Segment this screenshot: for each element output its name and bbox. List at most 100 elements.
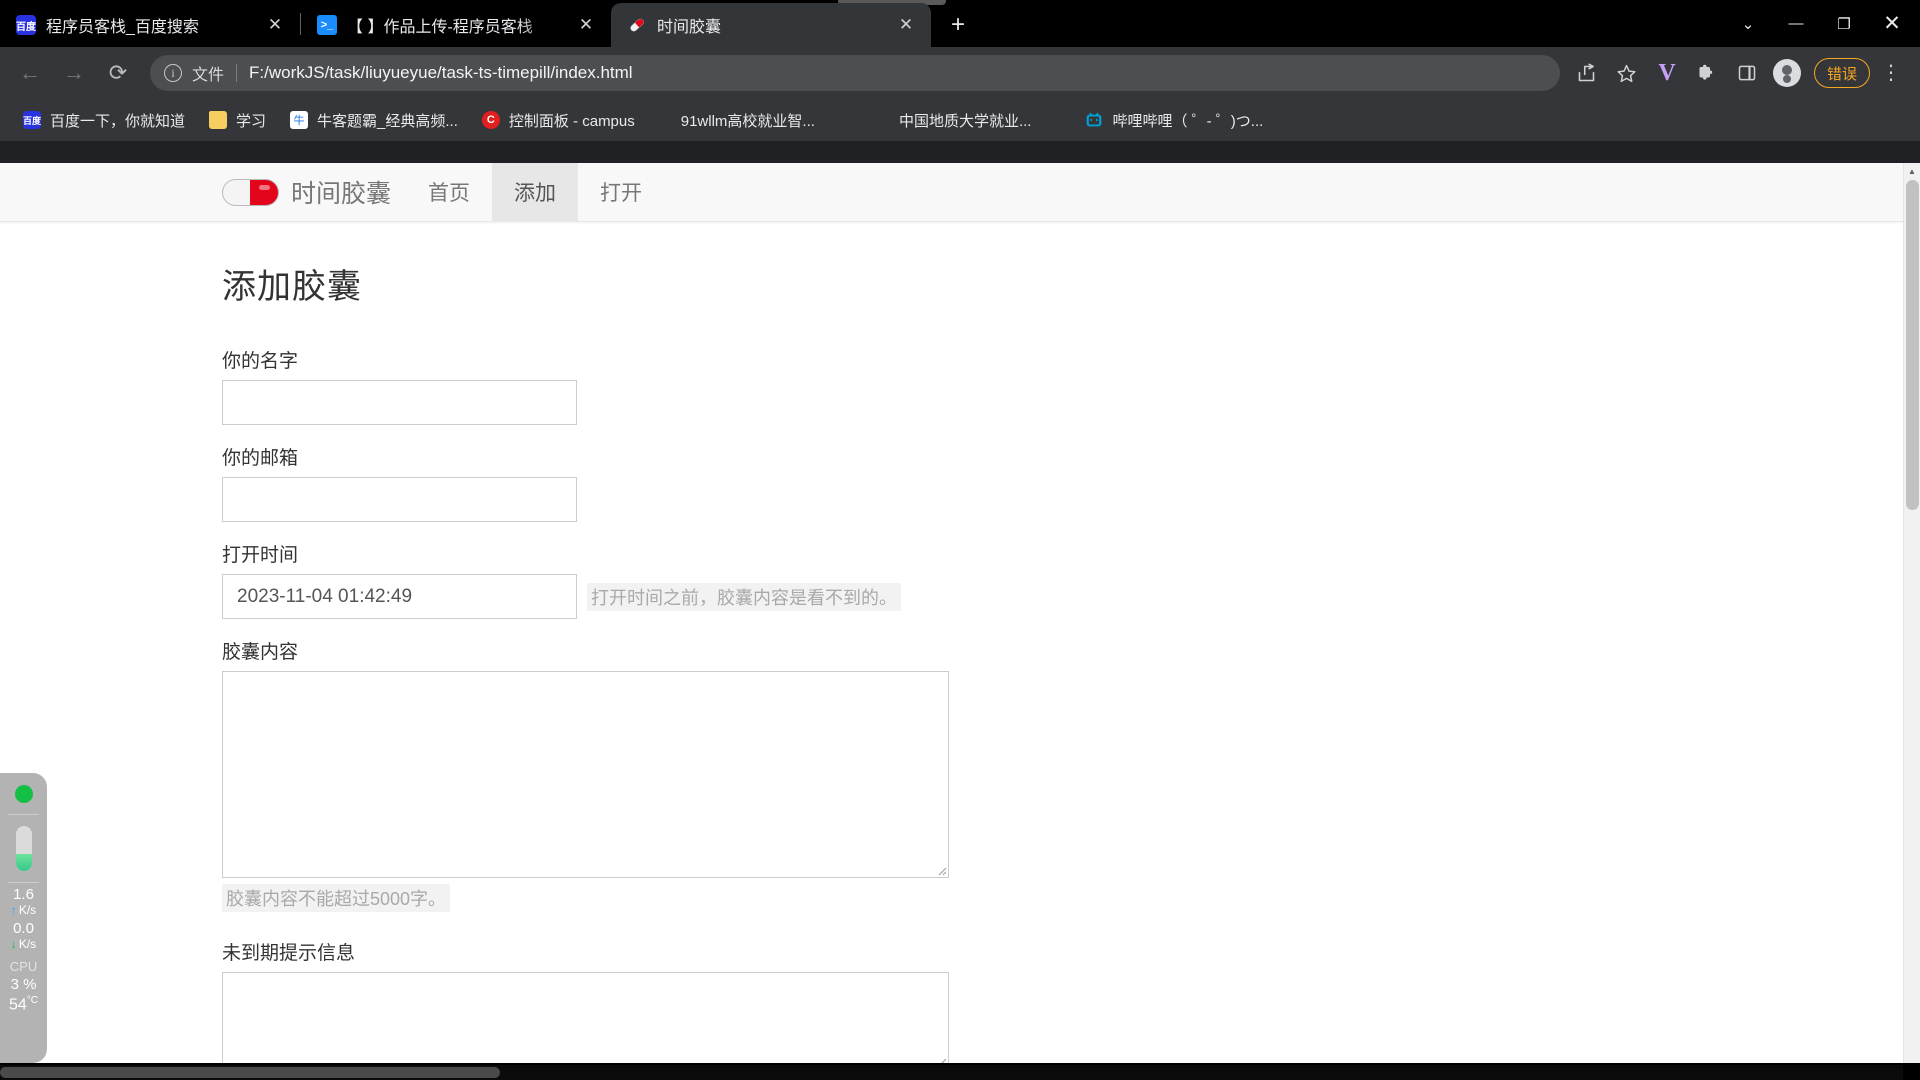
tab-title: 【 】作品上传-程序员客栈 <box>347 19 533 36</box>
profile-avatar-icon[interactable] <box>1768 54 1806 92</box>
download-unit-row: ↓ K/s <box>11 937 36 951</box>
open-time-hint: 打开时间之前，胶囊内容是看不到的。 <box>587 582 901 611</box>
back-button[interactable]: ← <box>10 53 50 93</box>
info-icon[interactable]: i <box>164 64 182 82</box>
bookmark-label: 中国地质大学就业... <box>898 112 1032 130</box>
upload-unit-row: ↑ K/s <box>11 903 36 917</box>
system-monitor-widget[interactable]: 1.6 ↑ K/s 0.0 ↓ K/s CPU 3 % 54°C <box>0 773 47 1063</box>
browser-toolbar: ← → ⟳ i 文件 F:/workJS/task/liuyueyue/task… <box>0 47 1920 99</box>
cpu-temp-value: 54 <box>8 996 27 1014</box>
baidu-icon: 百度 <box>16 15 36 35</box>
page-content: 添加胶囊 你的名字 你的邮箱 打开时间 打开时间之前，胶囊内容是看不到的。 <box>0 222 1920 1080</box>
field-group-email: 你的邮箱 <box>222 443 1920 522</box>
minimize-button[interactable]: — <box>1772 4 1820 44</box>
download-unit: K/s <box>18 936 37 951</box>
field-group-name: 你的名字 <box>222 346 1920 425</box>
brand-name: 时间胶囊 <box>291 180 392 208</box>
bookmark-item-campus[interactable]: C 控制面板 - campus <box>473 105 644 135</box>
bookmark-item-91wllm[interactable]: 91wllm高校就业智... <box>672 105 824 135</box>
tab-close-icon[interactable]: ✕ <box>893 12 919 38</box>
email-input[interactable] <box>222 477 577 522</box>
error-badge[interactable]: 错误 <box>1813 58 1870 88</box>
address-bar[interactable]: i 文件 F:/workJS/task/liuyueyue/task-ts-ti… <box>150 55 1560 91</box>
bookmark-star-icon[interactable] <box>1608 54 1646 92</box>
bookmark-label: 学习 <box>236 112 267 130</box>
close-window-button[interactable]: ✕ <box>1868 4 1916 44</box>
tab-search-chevron-icon[interactable]: ⌄ <box>1724 4 1772 44</box>
bookmarks-bar: 百度 百度一下，你就知道 学习 牛 牛客题霸_经典高频... C 控制面板 - … <box>0 99 1920 141</box>
content-hint: 胶囊内容不能超过5000字。 <box>222 884 451 912</box>
content-label: 胶囊内容 <box>222 642 299 663</box>
cpu-temperature: 54°C <box>9 995 38 1014</box>
tab-strip: 百度 程序员客栈_百度搜索 ✕ >_ 【 】作品上传-程序员客栈 ✕ 时间胶囊 <box>0 0 1920 47</box>
url-text: F:/workJS/task/liuyueyue/task-ts-timepil… <box>249 63 633 82</box>
download-value: 0.0 <box>13 920 34 938</box>
terminal-icon: >_ <box>317 15 337 35</box>
reload-button[interactable]: ⟳ <box>98 53 138 93</box>
open-time-row: 打开时间之前，胶囊内容是看不到的。 <box>222 574 1920 619</box>
notice-textarea[interactable] <box>222 972 949 1069</box>
new-tab-button[interactable]: + <box>941 8 975 42</box>
chrome-menu-icon[interactable]: ⋮ <box>1872 54 1910 92</box>
memory-gauge <box>15 826 32 871</box>
field-group-content: 胶囊内容 胶囊内容不能超过5000字。 <box>222 637 1920 912</box>
bookmark-label: 控制面板 - campus <box>508 112 635 130</box>
bookmark-item-cug[interactable]: 中国地质大学就业... <box>890 105 1041 135</box>
name-input[interactable] <box>222 380 577 425</box>
name-label: 你的名字 <box>222 351 299 372</box>
nav-link-home[interactable]: 首页 <box>406 163 492 221</box>
page-title: 添加胶囊 <box>222 268 362 306</box>
nav-link-open[interactable]: 打开 <box>578 163 664 221</box>
share-icon[interactable] <box>1568 54 1606 92</box>
page-viewport: 时间胶囊 首页 添加 打开 添加胶囊 你的名字 你的邮箱 打开时间 2023-1… <box>0 163 1920 1080</box>
bookmark-label: 哔哩哔哩（ ゜- ゜)つ... <box>1112 112 1264 130</box>
divider <box>8 814 39 815</box>
capsule-icon <box>627 15 647 35</box>
bilibili-icon <box>1085 111 1103 129</box>
horizontal-scrollbar-thumb[interactable] <box>0 1067 500 1078</box>
avatar <box>1772 59 1801 87</box>
window-controls: ⌄ — ❐ ✕ <box>1724 0 1920 47</box>
download-arrow-icon: ↓ <box>10 936 17 951</box>
bookmark-item-bilibili[interactable]: 哔哩哔哩（ ゜- ゜)つ... <box>1076 105 1272 135</box>
horizontal-scrollbar[interactable] <box>0 1065 1903 1080</box>
bookmark-item-baidu[interactable]: 百度 百度一下，你就知道 <box>14 105 194 135</box>
tab-close-icon[interactable]: ✕ <box>262 12 288 38</box>
site-brand[interactable]: 时间胶囊 <box>222 163 406 221</box>
add-capsule-form: 添加胶囊 你的名字 你的邮箱 打开时间 打开时间之前，胶囊内容是看不到的。 <box>222 222 1920 1080</box>
site-navbar: 时间胶囊 首页 添加 打开 <box>0 163 1920 222</box>
bookmark-item-study[interactable]: 学习 <box>200 105 275 135</box>
tab-close-icon[interactable]: ✕ <box>573 12 599 38</box>
browser-window: 百度 程序员客栈_百度搜索 ✕ >_ 【 】作品上传-程序员客栈 ✕ 时间胶囊 <box>0 0 1920 1080</box>
tab-title: 时间胶囊 <box>657 19 722 36</box>
cpu-temp-unit: °C <box>26 995 39 1007</box>
nowcoder-icon: 牛 <box>290 111 309 129</box>
scroll-up-arrow-icon[interactable]: ▲ <box>1904 163 1920 180</box>
upload-value: 1.6 <box>13 886 34 903</box>
page-scrollbar[interactable]: ▲ <box>1903 163 1920 1080</box>
cpu-label: CPU <box>9 959 38 975</box>
nav-link-add[interactable]: 添加 <box>492 163 579 221</box>
side-panel-icon[interactable] <box>1728 54 1766 92</box>
open-time-input[interactable] <box>222 574 577 619</box>
campus-icon: C <box>481 111 500 129</box>
forward-button[interactable]: → <box>54 53 94 93</box>
status-dot-icon <box>14 785 33 803</box>
v-extension-icon[interactable]: V <box>1648 54 1686 92</box>
content-textarea[interactable] <box>222 671 949 878</box>
baidu-icon: 百度 <box>23 111 41 129</box>
browser-tab-2[interactable]: >_ 【 】作品上传-程序员客栈 ✕ <box>301 3 611 47</box>
puzzle-extensions-icon[interactable] <box>1688 54 1726 92</box>
maximize-button[interactable]: ❐ <box>1820 4 1868 44</box>
capsule-logo-icon <box>222 178 279 206</box>
bookmark-label: 91wllm高校就业智... <box>680 112 815 130</box>
bookmark-label: 牛客题霸_经典高频... <box>317 112 458 130</box>
upload-unit: K/s <box>18 902 37 917</box>
browser-tab-3-active[interactable]: 时间胶囊 ✕ <box>611 3 931 47</box>
field-group-open-time: 打开时间 打开时间之前，胶囊内容是看不到的。 <box>222 540 1920 619</box>
tab-title: 程序员客栈_百度搜索 <box>46 19 199 36</box>
browser-tab-1[interactable]: 百度 程序员客栈_百度搜索 ✕ <box>0 3 300 47</box>
upload-arrow-icon: ↑ <box>10 902 17 917</box>
bookmark-item-nowcoder[interactable]: 牛 牛客题霸_经典高频... <box>281 105 467 135</box>
scrollbar-thumb[interactable] <box>1906 180 1919 510</box>
